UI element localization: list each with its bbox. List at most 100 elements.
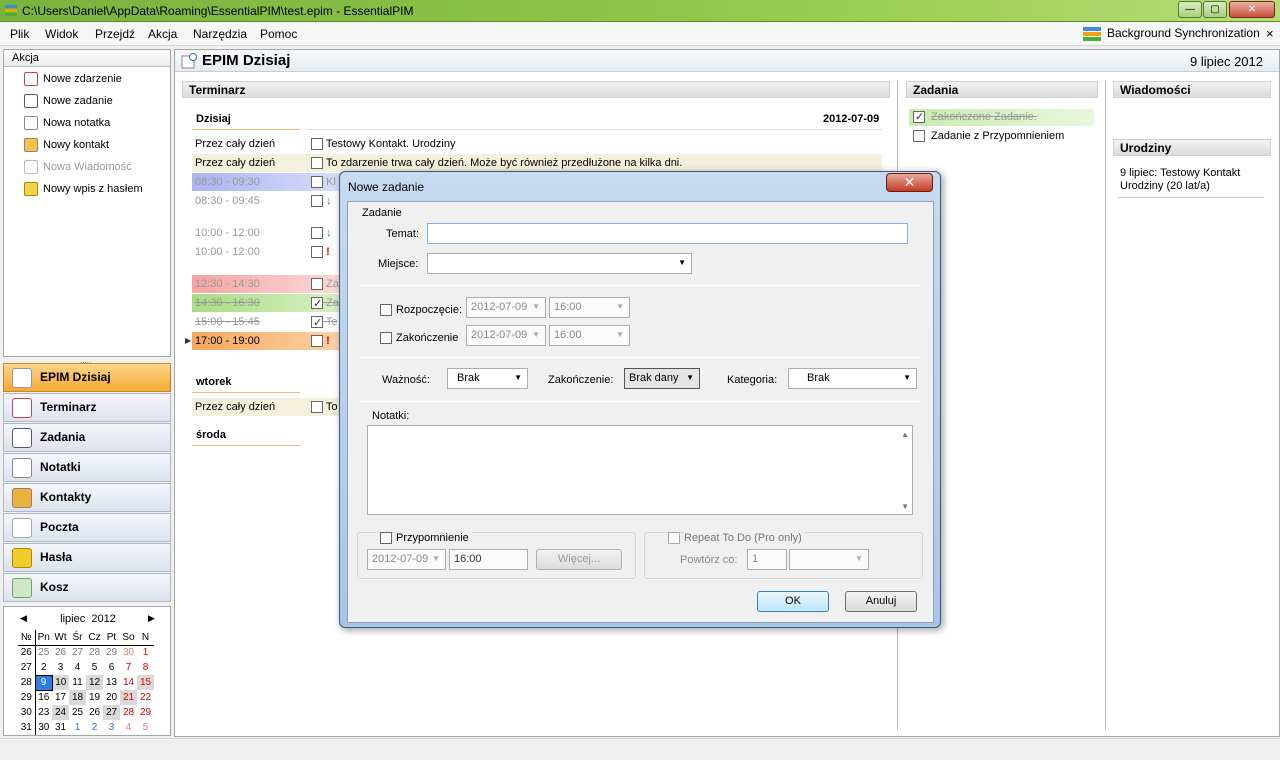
calendar-day[interactable]: 7 [120,660,137,675]
calendar-day[interactable]: 25 [35,645,52,660]
calendar-day[interactable]: 27 [69,645,86,660]
cancel-button[interactable]: Anuluj [845,591,917,612]
event-checkbox[interactable] [311,195,323,208]
calendar-day[interactable]: 16 [35,690,52,705]
scroll-down-icon[interactable]: ▼ [901,502,909,511]
new-message-action[interactable]: Nowa Wiadomość [24,158,132,176]
calendar-day[interactable]: 6 [103,660,120,675]
close-button[interactable]: ✕ [1229,1,1275,18]
start-time-picker[interactable]: 16:00 [549,297,630,318]
nav-kosz[interactable]: Kosz [3,573,171,602]
calendar-day[interactable]: 8 [137,660,154,675]
calendar-day[interactable]: 17 [52,690,69,705]
event-row[interactable]: ↓ [311,192,332,210]
nav-notatki[interactable]: Notatki [3,453,171,482]
more-button[interactable]: Więcej... [536,549,622,570]
calendar-day[interactable]: 27 [103,705,120,720]
dialog-close-button[interactable]: ✕ [886,173,933,192]
calendar-day[interactable]: 19 [86,690,103,705]
calendar-day[interactable]: 26 [52,645,69,660]
calendar-day[interactable]: 13 [103,675,120,690]
new-note-action[interactable]: Nowa notatka [24,114,110,132]
calendar-day[interactable]: 21 [120,690,137,705]
calendar-day[interactable]: 5 [86,660,103,675]
event-row[interactable]: ↓ [311,224,332,242]
event-checkbox[interactable] [311,227,323,240]
calendar-day[interactable]: 20 [103,690,120,705]
calendar-day[interactable]: 10 [52,675,69,690]
birthday-entry[interactable]: 9 lipiec: Testowy Kontakt Urodziny (20 l… [1120,167,1240,193]
reminder-checkbox[interactable] [380,532,392,544]
calendar-day[interactable]: 4 [120,720,137,735]
calendar-day[interactable]: 29 [137,705,154,720]
repeat-every-input[interactable]: 1 [747,549,787,570]
event-checkbox[interactable] [311,295,323,313]
calendar-day[interactable]: 30 [35,720,52,735]
completion-dropdown[interactable]: Brak dany [624,368,700,389]
event-row[interactable]: To [311,398,337,416]
calendar-day[interactable]: 12 [86,675,103,690]
notes-textarea[interactable]: ▲ ▼ [367,425,913,515]
reminder-time-picker[interactable]: 16:00 [449,549,528,570]
calendar-day[interactable]: 31 [52,720,69,735]
next-month-button[interactable]: ▶ [148,613,155,624]
calendar-day[interactable]: 22 [137,690,154,705]
event-row[interactable]: ! [311,243,330,261]
nav-hasla[interactable]: Hasła [3,543,171,572]
end-checkbox[interactable] [380,332,392,344]
event-row[interactable]: ! [311,332,330,350]
calendar-day[interactable]: 24 [52,705,69,720]
event-checkbox[interactable] [311,314,323,332]
event-row[interactable]: Za [311,294,339,313]
calendar-day[interactable]: 25 [69,705,86,720]
event-checkbox[interactable] [311,176,323,189]
miejsce-dropdown[interactable] [427,253,692,274]
nav-poczta[interactable]: Poczta [3,513,171,542]
calendar-day[interactable]: 28 [120,705,137,720]
menu-pomoc[interactable]: Pomoc [260,27,297,41]
calendar-day-today[interactable]: 9 [34,674,53,691]
calendar-day[interactable]: 1 [69,720,86,735]
calendar-day[interactable]: 4 [69,660,86,675]
calendar-day[interactable]: 11 [69,675,86,690]
event-row[interactable]: Testowy Kontakt. Urodziny [311,135,455,153]
scroll-up-icon[interactable]: ▲ [901,430,909,439]
calendar-day[interactable]: 3 [103,720,120,735]
calendar-day[interactable]: 29 [103,645,120,660]
category-dropdown[interactable]: Brak [788,368,917,389]
new-contact-action[interactable]: Nowy kontakt [24,136,109,154]
minimize-button[interactable]: — [1178,1,1202,18]
event-row[interactable]: Te [311,313,337,332]
calendar-day[interactable]: 5 [137,720,154,735]
calendar-day[interactable]: 2 [86,720,103,735]
background-sync[interactable]: Background Synchronization [1082,26,1260,42]
calendar-day[interactable]: 30 [120,645,137,660]
calendar-day[interactable]: 18 [69,690,86,705]
nav-epim-dzisiaj[interactable]: EPIM Dzisiaj [3,363,171,392]
calendar-day[interactable]: 23 [35,705,52,720]
calendar-day[interactable]: 26 [86,705,103,720]
task-checkbox[interactable] [913,109,925,126]
nav-kontakty[interactable]: Kontakty [3,483,171,512]
event-row[interactable]: To zdarzenie trwa cały dzień. Może być r… [311,154,682,172]
sync-close-button[interactable]: × [1266,26,1274,41]
end-time-picker[interactable]: 16:00 [549,325,630,346]
reminder-date-picker[interactable]: 2012-07-09 [367,549,446,570]
importance-dropdown[interactable]: Brak [447,368,528,389]
calendar-day[interactable]: 3 [52,660,69,675]
event-row[interactable]: Za [311,275,339,293]
temat-input[interactable] [427,223,908,244]
event-checkbox[interactable] [311,246,323,259]
event-checkbox[interactable] [311,157,323,170]
event-checkbox[interactable] [311,335,323,348]
new-task-action[interactable]: Nowe zadanie [24,92,113,110]
calendar-day[interactable]: 14 [120,675,137,690]
calendar-day[interactable]: 28 [86,645,103,660]
ok-button[interactable]: OK [757,591,829,612]
menu-widok[interactable]: Widok [45,27,78,41]
end-date-picker[interactable]: 2012-07-09 [466,325,546,346]
event-checkbox[interactable] [311,401,323,414]
calendar-day[interactable]: 1 [137,645,154,660]
event-row[interactable]: Kl [311,173,336,191]
calendar-day[interactable]: 2 [35,660,52,675]
